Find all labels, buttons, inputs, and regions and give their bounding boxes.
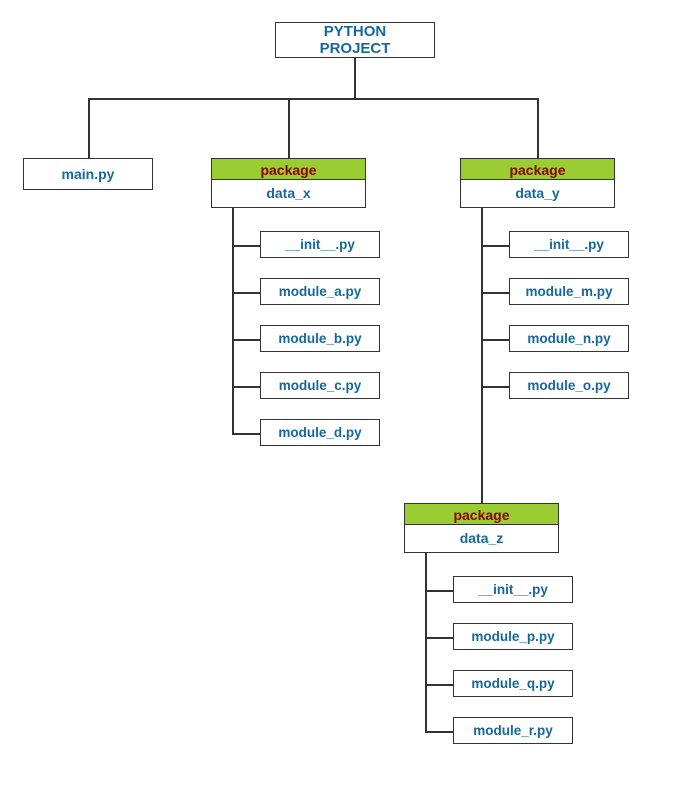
connector (232, 339, 260, 341)
connector (425, 590, 453, 592)
connector (537, 98, 539, 158)
module-data-z-2: module_q.py (453, 670, 573, 697)
module-data-z-3: module_r.py (453, 717, 573, 744)
package-header-data-z: package (404, 503, 559, 525)
module-data-y-1: module_m.py (509, 278, 629, 305)
connector (481, 292, 509, 294)
module-data-y-0: __init__.py (509, 231, 629, 258)
package-name-data-x: data_x (211, 180, 366, 208)
module-data-x-1: module_a.py (260, 278, 380, 305)
connector (481, 339, 509, 341)
connector (481, 386, 509, 388)
connector (232, 433, 260, 435)
root-title: PYTHON PROJECT (275, 22, 435, 58)
package-header-data-x: package (211, 158, 366, 180)
module-data-z-0: __init__.py (453, 576, 573, 603)
module-data-x-0: __init__.py (260, 231, 380, 258)
connector (354, 58, 356, 98)
connector (88, 98, 90, 158)
connector (481, 208, 483, 503)
module-data-y-2: module_n.py (509, 325, 629, 352)
module-data-x-4: module_d.py (260, 419, 380, 446)
connector (232, 245, 260, 247)
connector (481, 245, 509, 247)
main-file: main.py (23, 158, 153, 190)
connector (425, 684, 453, 686)
module-data-z-1: module_p.py (453, 623, 573, 650)
connector (232, 208, 234, 433)
connector (88, 98, 538, 100)
connector (425, 553, 427, 731)
module-data-x-3: module_c.py (260, 372, 380, 399)
package-name-data-y: data_y (460, 180, 615, 208)
connector (232, 386, 260, 388)
connector (425, 731, 453, 733)
package-header-data-y: package (460, 158, 615, 180)
connector (425, 637, 453, 639)
connector (232, 292, 260, 294)
module-data-x-2: module_b.py (260, 325, 380, 352)
module-data-y-3: module_o.py (509, 372, 629, 399)
package-name-data-z: data_z (404, 525, 559, 553)
connector (288, 98, 290, 158)
